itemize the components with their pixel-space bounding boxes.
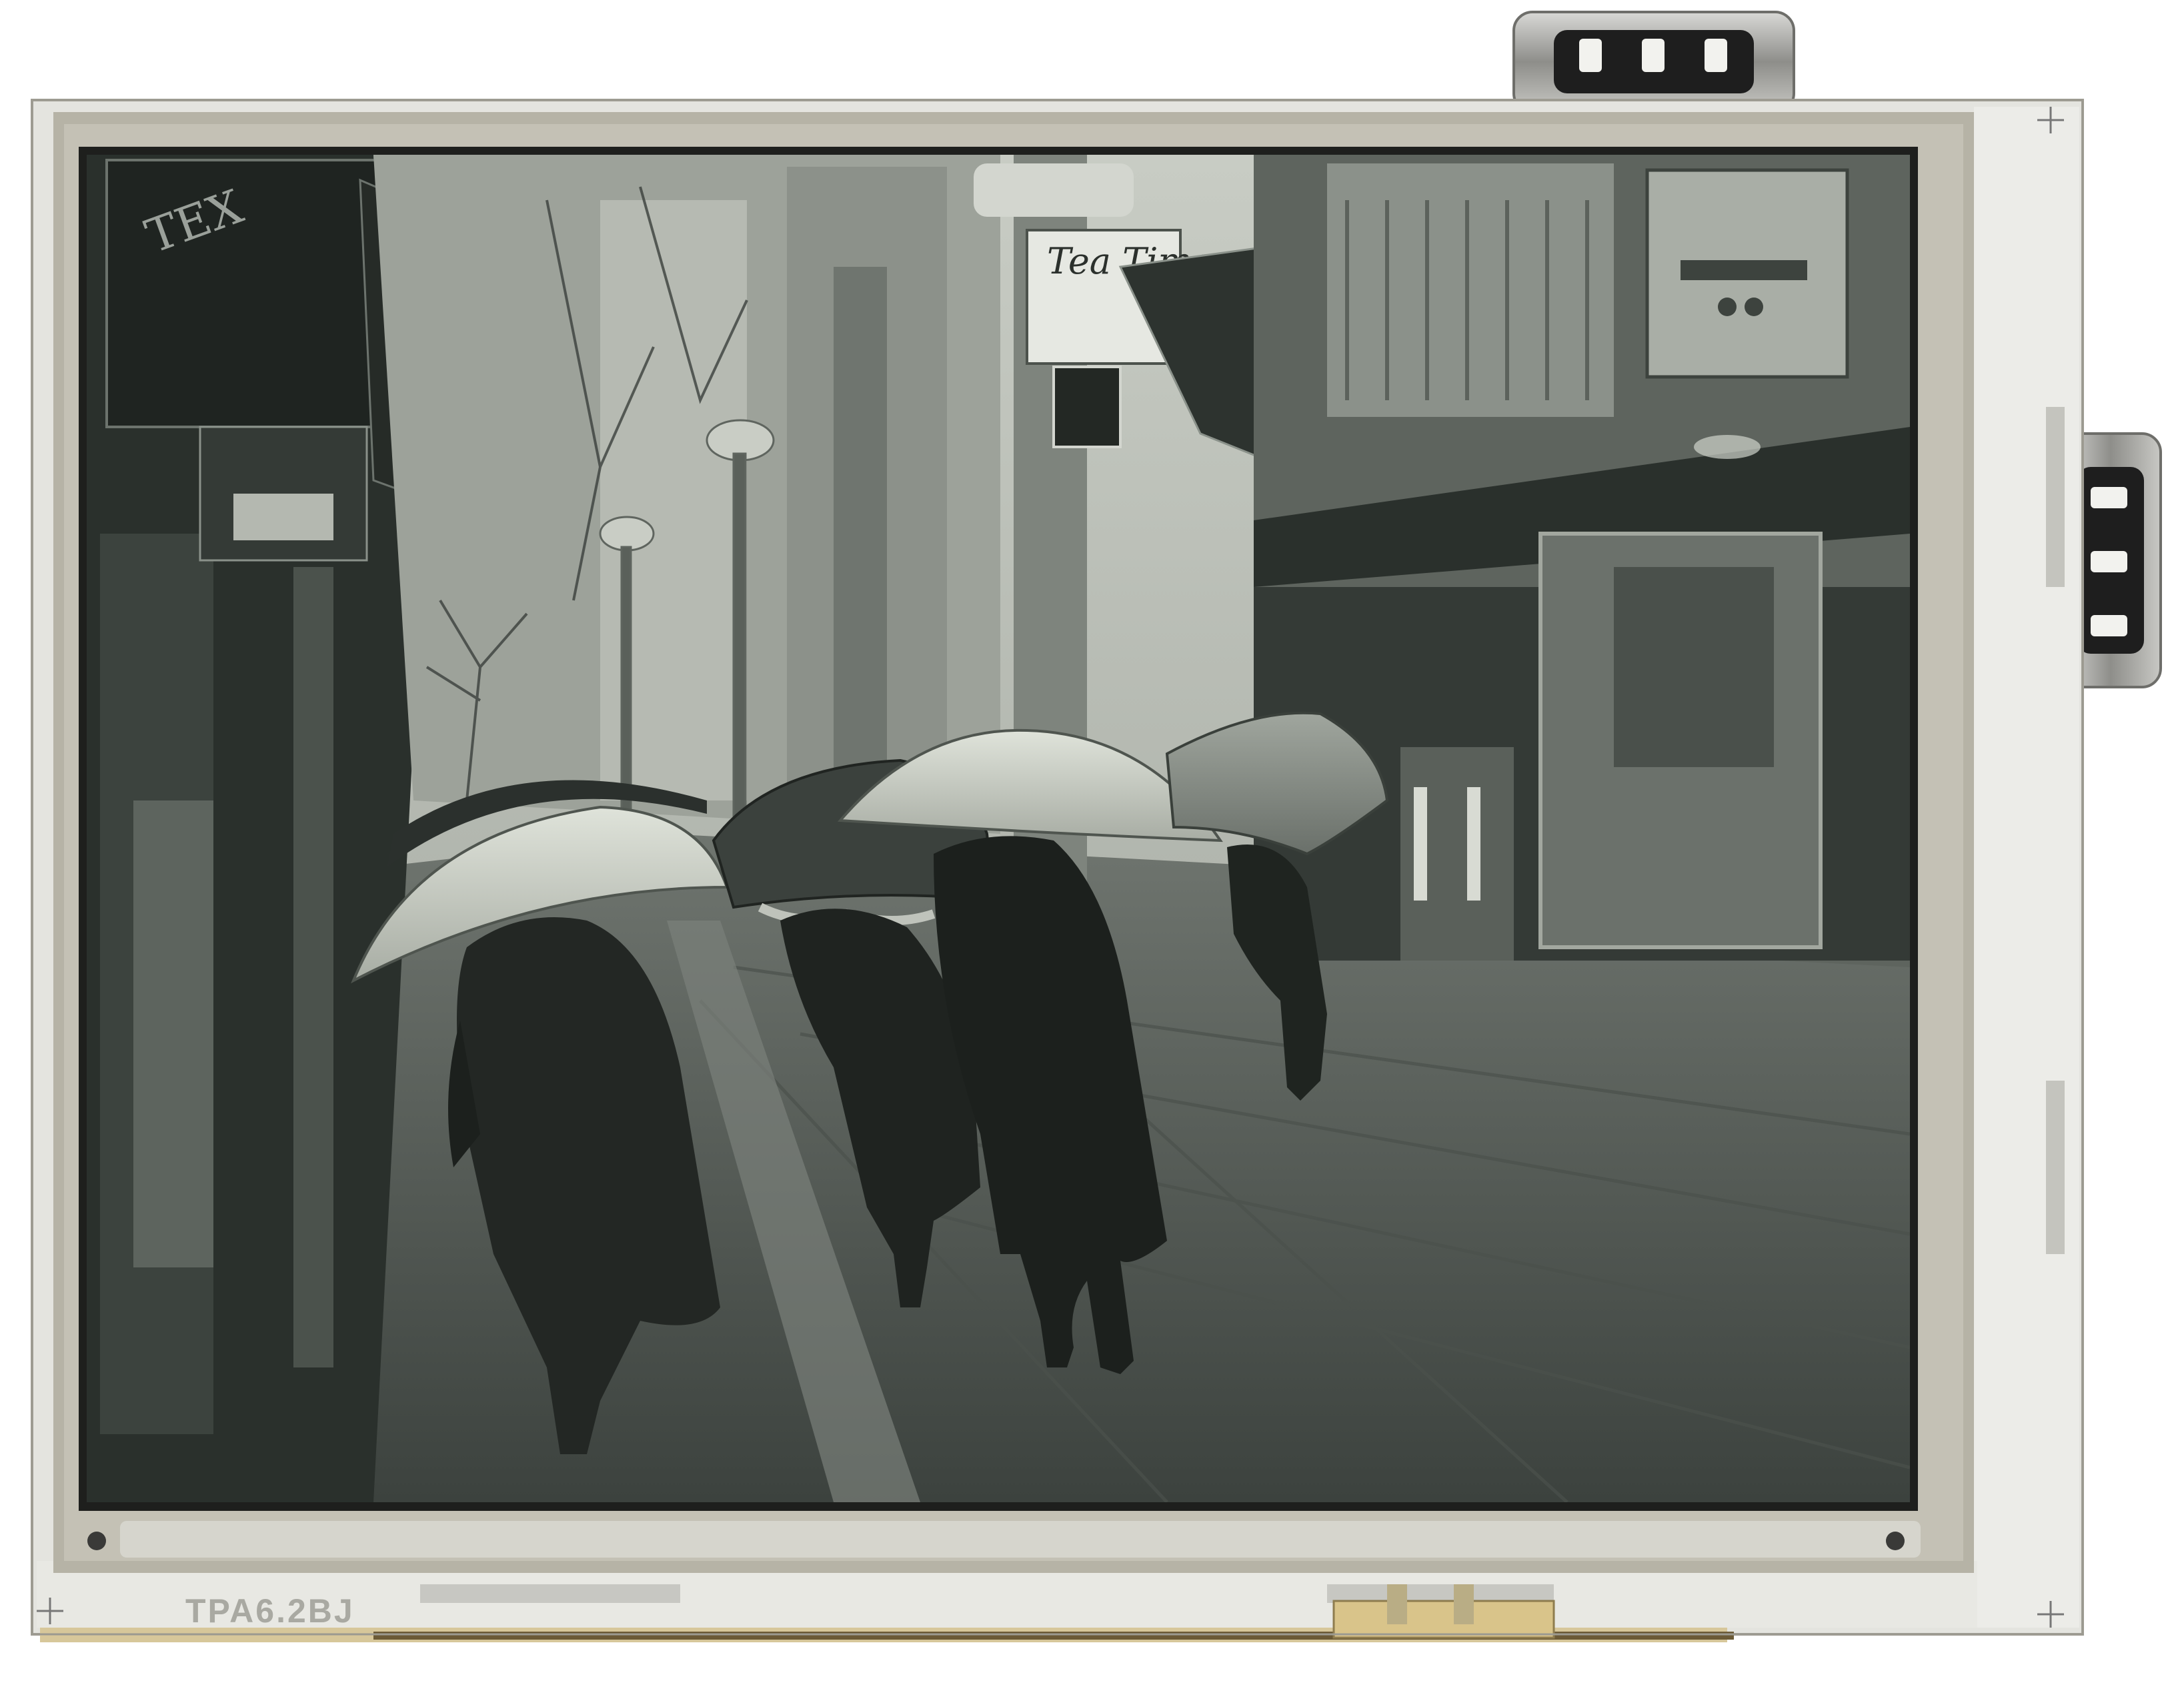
part-code-label: TPA6.2BJ [185,1592,355,1630]
epaper-screen: TEX Tea Time [79,147,1918,1511]
rainy-street-photo: TEX Tea Time [87,155,1910,1502]
top-ffc-connector [1512,11,1795,113]
epaper-display-module: TEX Tea Time TPA6.2BJ [0,0,2184,1699]
epaper-display-illustration: TEX Tea Time [31,11,2162,1642]
